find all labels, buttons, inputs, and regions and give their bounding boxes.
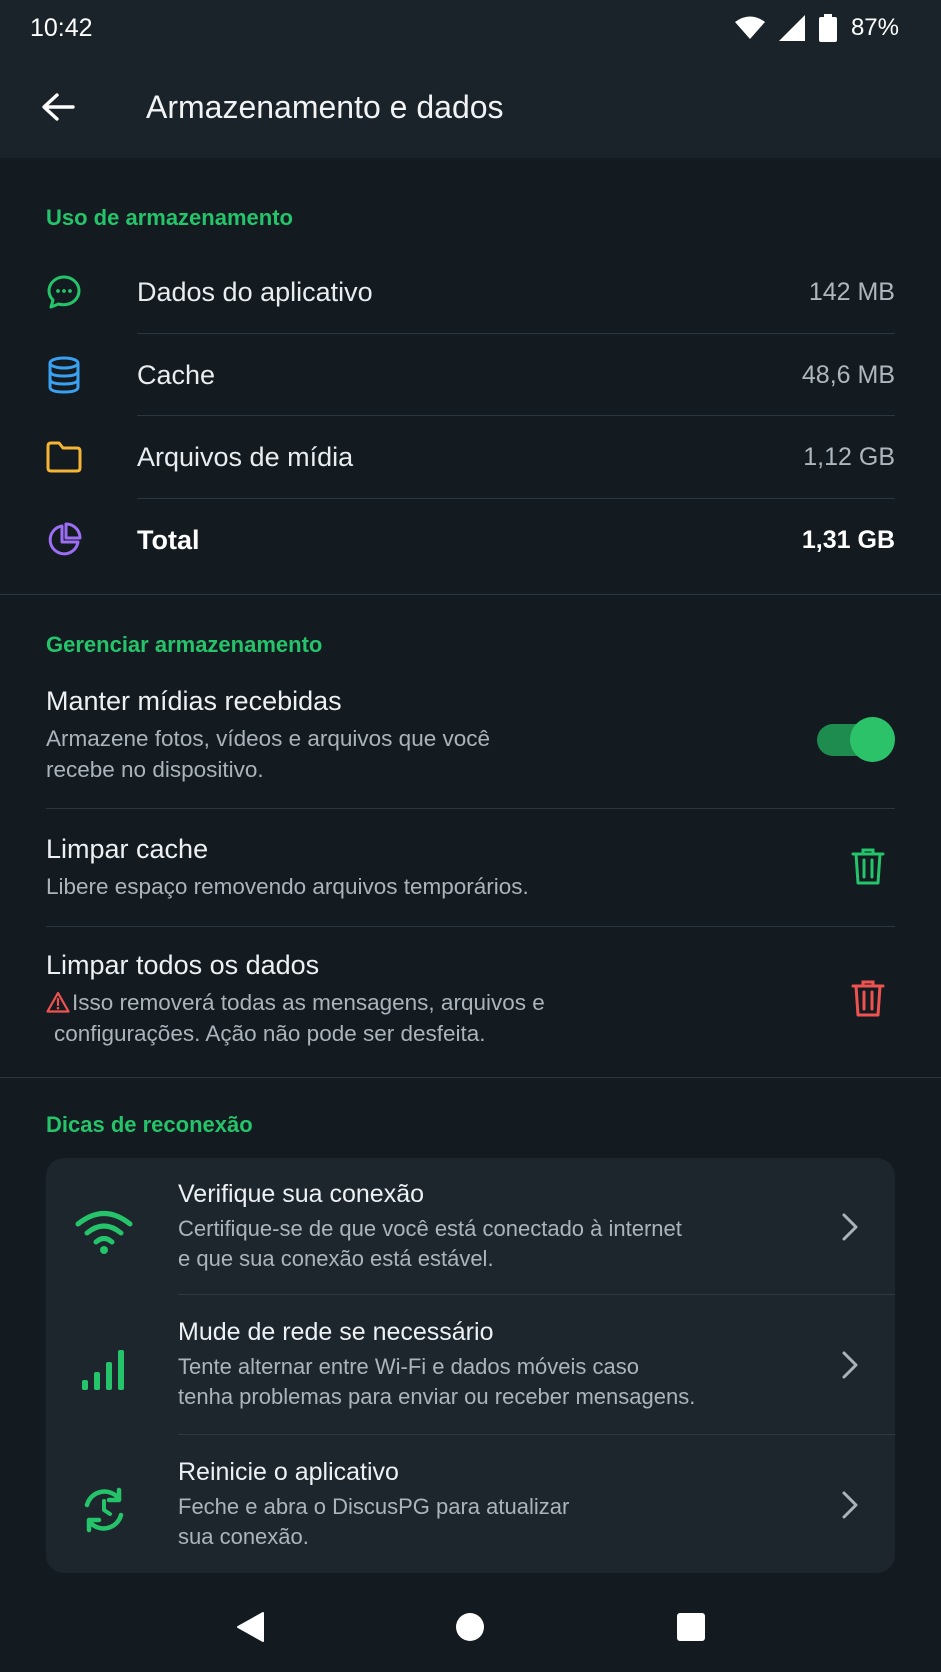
setting-clear-cache[interactable]: Limpar cache Libere espaço removendo arq… [46,834,895,924]
battery-icon [818,14,837,42]
tip-restart-app[interactable]: Reinicie o aplicativo Feche e abra o Dis… [46,1436,895,1574]
storage-row-total: Total 1,31 GB [0,499,941,581]
nav-recents-button[interactable] [661,1597,721,1657]
app-bar: Armazenamento e dados [0,56,941,158]
triangle-back-icon [237,1612,265,1642]
tip-description: Certifique-se de que você está conectado… [178,1214,738,1274]
tip-check-connection[interactable]: Verifique sua conexão Certifique-se de q… [46,1158,895,1296]
setting-title: Limpar todos os dados [46,950,320,980]
cell-signal-icon [778,15,805,41]
section-title-manage-storage: Gerenciar armazenamento [46,632,323,657]
storage-value: 142 MB [808,277,895,306]
trash-icon [851,848,885,885]
setting-clear-all-data[interactable]: Limpar todos os dados Isso removerá toda… [46,950,895,1060]
section-title-storage-usage: Uso de armazenamento [46,205,293,230]
setting-description-line: Armazene fotos, vídeos e arquivos que vo… [46,726,491,751]
divider [178,1434,895,1435]
page-title: Armazenamento e dados [146,88,504,125]
pie-chart-icon [44,520,84,560]
nav-back-button[interactable] [220,1597,280,1657]
tip-description-line: Feche e abra o DiscusPG para atualizar [178,1494,570,1519]
section-divider [0,1077,941,1078]
section-divider [0,594,941,595]
system-nav-bar [0,1582,941,1672]
tip-switch-network[interactable]: Mude de rede se necessário Tente alterna… [46,1296,895,1434]
chevron-right-icon [835,1488,865,1522]
storage-label: Cache [137,359,216,390]
tip-title: Mude de rede se necessário [178,1318,494,1346]
chevron-right-icon [835,1210,865,1244]
nav-home-button[interactable] [440,1597,500,1657]
divider [178,1294,895,1295]
circle-home-icon [456,1613,485,1641]
storage-label: Total [137,524,200,555]
storage-row-app-data: Dados do aplicativo 142 MB [0,251,941,333]
setting-description: Libere espaço removendo arquivos temporá… [46,874,529,899]
chevron-right-icon [835,1348,865,1382]
status-indicators: 87% [734,14,899,42]
setting-title: Limpar cache [46,834,209,864]
setting-description: Armazene fotos, vídeos e arquivos que vo… [46,723,895,785]
arrow-left-icon [42,93,75,121]
back-button[interactable] [28,77,88,137]
tip-description-line: Certifique-se de que você está conectado… [178,1216,682,1241]
tip-description-line: tenha problemas para enviar ou receber m… [178,1384,696,1409]
status-bar: 10:42 87% [0,0,941,56]
clear-cache-button[interactable] [851,846,885,891]
setting-description-line: configurações. Ação não pode ser desfeit… [54,1021,486,1046]
signal-bars-icon [74,1340,134,1400]
clear-all-data-button[interactable] [851,978,885,1023]
storage-label: Dados do aplicativo [137,276,373,307]
tip-title: Reinicie o aplicativo [178,1458,399,1486]
setting-description-line: recebe no dispositivo. [46,757,264,782]
database-icon [44,355,84,395]
divider [46,926,895,927]
keep-media-toggle[interactable] [815,716,895,762]
tip-description: Feche e abra o DiscusPG para atualizar s… [178,1492,738,1552]
storage-value: 48,6 MB [801,360,895,389]
setting-keep-media[interactable]: Manter mídias recebidas Armazene fotos, … [46,686,895,796]
battery-percent: 87% [850,14,899,41]
folder-icon [44,437,84,477]
square-recents-icon [676,1613,705,1641]
tip-description-line: e que sua conexão está estável. [178,1246,494,1271]
trash-icon [851,980,885,1017]
tip-description: Tente alternar entre Wi-Fi e dados móvei… [178,1352,738,1412]
status-time: 10:42 [30,13,93,42]
setting-description-line: Isso removerá todas as mensagens, arquiv… [72,990,545,1015]
storage-row-media: Arquivos de mídia 1,12 GB [0,416,941,498]
wifi-status-icon [734,16,765,40]
tips-card: Verifique sua conexão Certifique-se de q… [46,1158,895,1573]
chat-icon [44,272,84,312]
restart-icon [74,1480,134,1540]
toggle-knob [850,717,895,762]
storage-value: 1,31 GB [801,525,895,554]
storage-value: 1,12 GB [803,442,895,471]
section-title-reconnect-tips: Dicas de reconexão [46,1112,253,1137]
storage-label: Arquivos de mídia [137,441,354,472]
setting-description: Isso removerá todas as mensagens, arquiv… [46,987,895,1049]
setting-title: Manter mídias recebidas [46,686,342,716]
wifi-icon [74,1202,134,1262]
tip-description-line: sua conexão. [178,1524,309,1549]
divider [46,808,895,809]
storage-row-cache: Cache 48,6 MB [0,334,941,416]
tip-title: Verifique sua conexão [178,1180,425,1208]
tip-description-line: Tente alternar entre Wi-Fi e dados móvei… [178,1354,639,1379]
